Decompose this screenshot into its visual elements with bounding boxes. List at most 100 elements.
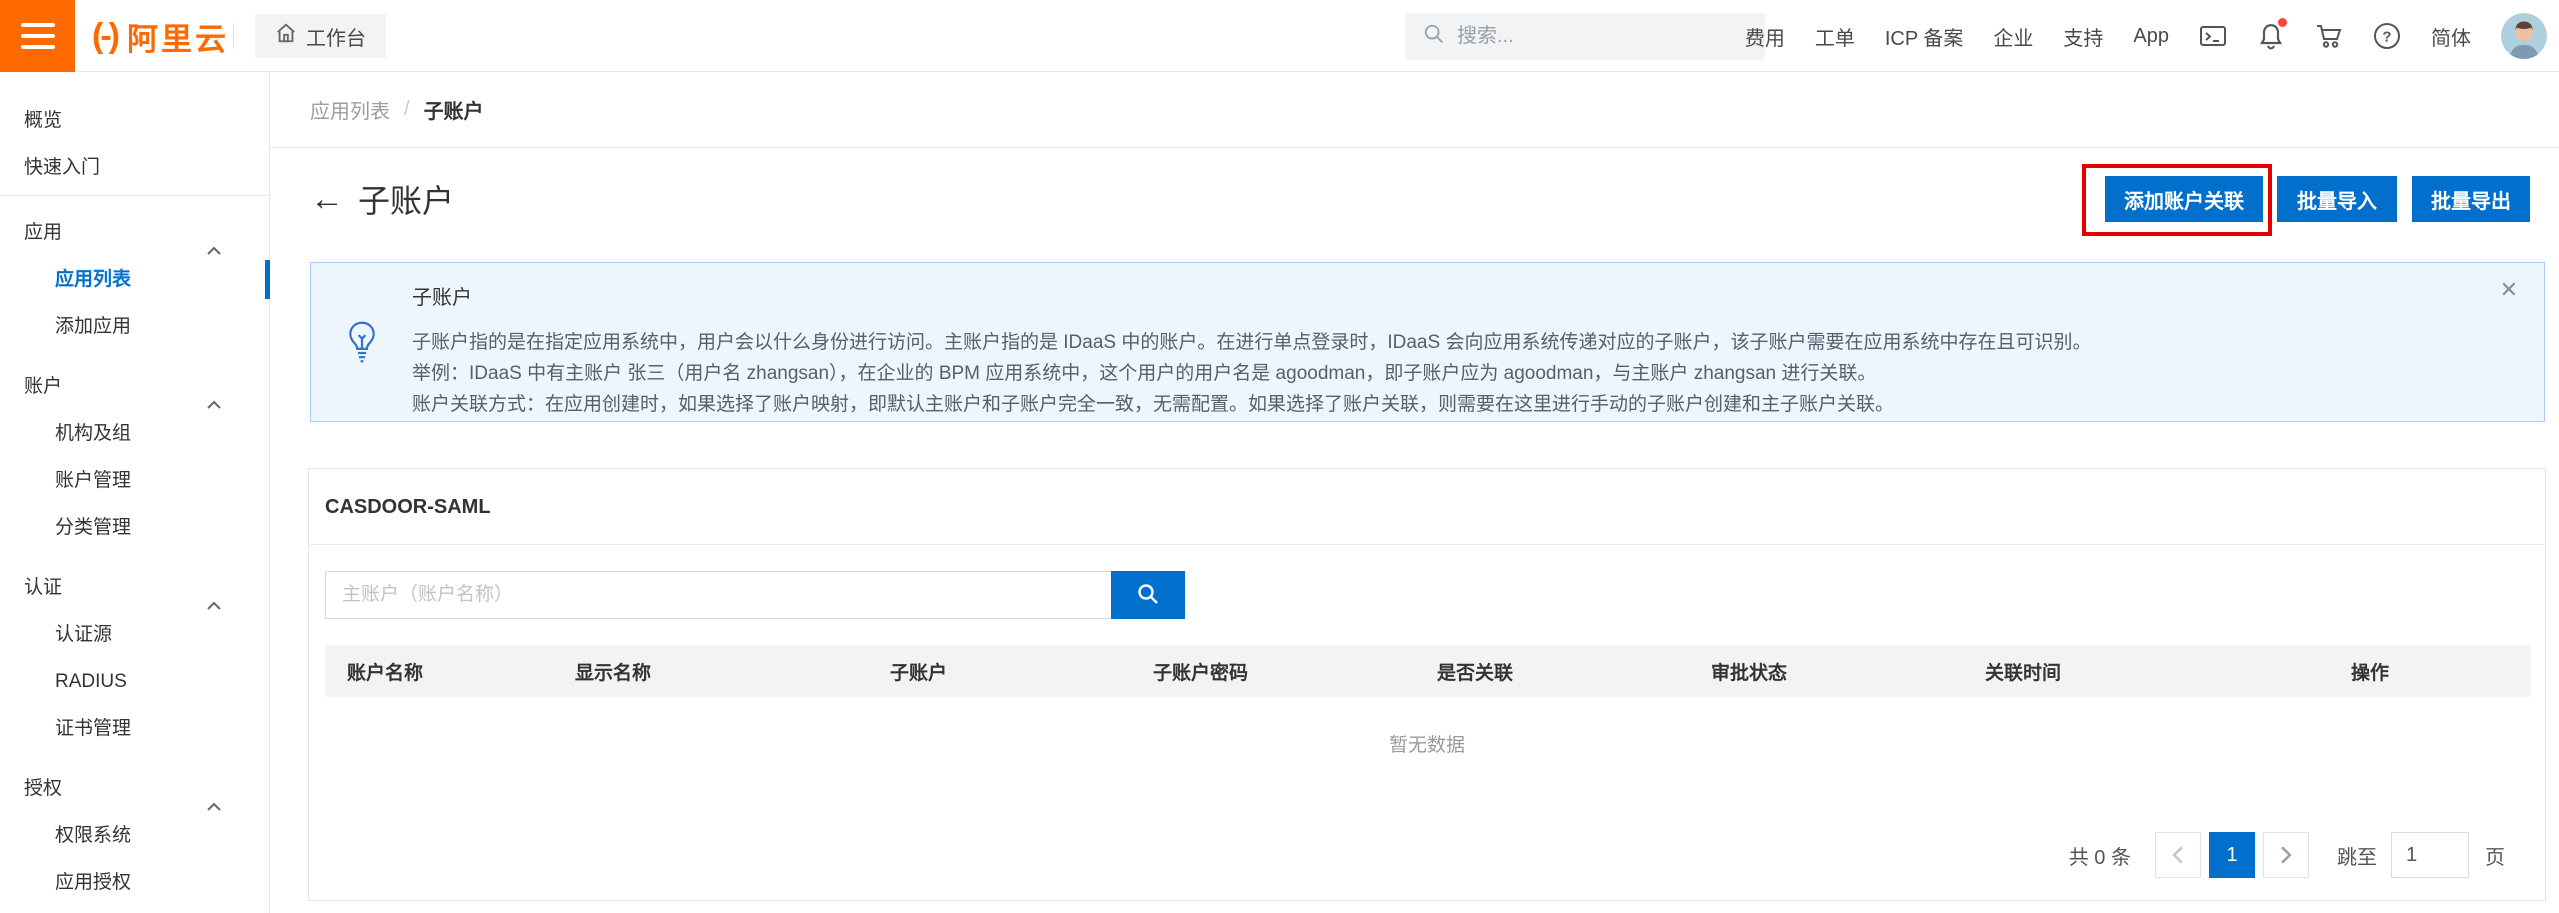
app-root: (-) 阿里云 工作台 费用 工单 ICP 备案 企业 支持 App [0,0,2559,913]
page-title: 子账户 [358,176,454,222]
breadcrumb: 应用列表 / 子账户 [270,72,2559,148]
table-header-row: 账户名称 显示名称 子账户 子账户密码 是否关联 审批状态 关联时间 操作 [325,645,2531,697]
col-account-name: 账户名称 [325,645,553,697]
sidebar-item-overview[interactable]: 概览 [0,97,269,144]
pagination-jump-input[interactable] [2391,832,2469,878]
add-account-link-button[interactable]: 添加账户关联 [2105,176,2263,222]
sidebar-group-account: 账户 机构及组 账户管理 分类管理 [0,363,269,551]
avatar[interactable] [2501,13,2547,59]
account-search-row [325,571,2529,619]
col-link-time: 关联时间 [1963,645,2329,697]
top-navbar: (-) 阿里云 工作台 费用 工单 ICP 备案 企业 支持 App [0,0,2559,72]
sidebar-item-category-mgmt[interactable]: 分类管理 [0,504,269,551]
help-icon[interactable]: ? [2373,22,2401,50]
nav-item-icp[interactable]: ICP 备案 [1885,22,1964,51]
sidebar-item-app-authorization[interactable]: 应用授权 [0,859,269,906]
sidebar-item-add-app[interactable]: 添加应用 [0,303,269,350]
col-approval-status: 审批状态 [1689,645,1963,697]
sidebar-item-label: 账户管理 [55,470,131,491]
sidebar-item-label: 应用授权 [55,872,131,893]
sidebar-group-header-application[interactable]: 应用 [0,209,269,256]
pagination-prev-button[interactable] [2155,832,2201,878]
card-title: CASDOOR-SAML [309,469,2545,545]
pagination-unit-label: 页 [2485,841,2505,870]
group-label: 授权 [24,778,62,799]
sidebar-item-auth-source[interactable]: 认证源 [0,611,269,658]
pagination-page-1[interactable]: 1 [2209,832,2255,878]
sidebar-item-label: 证书管理 [55,718,131,739]
sub-account-table: 账户名称 显示名称 子账户 子账户密码 是否关联 审批状态 关联时间 操作 [325,645,2531,697]
breadcrumb-parent-link[interactable]: 应用列表 [310,95,390,124]
batch-import-button[interactable]: 批量导入 [2277,176,2397,222]
sidebar-group-header-authentication[interactable]: 认证 [0,564,269,611]
sidebar-item-label: RADIUS [55,671,127,692]
terminal-icon[interactable] [2199,22,2227,50]
cart-icon[interactable] [2315,22,2343,50]
search-button[interactable] [1111,571,1185,619]
sidebar-group-header-authorization[interactable]: 授权 [0,765,269,812]
sidebar-item-app-list[interactable]: 应用列表 [0,256,269,303]
pagination-next-button[interactable] [2263,832,2309,878]
sidebar-group-header-account[interactable]: 账户 [0,363,269,410]
sidebar-group-authentication: 认证 认证源 RADIUS 证书管理 [0,564,269,752]
workbench-label: 工作台 [306,22,366,51]
group-label: 账户 [24,376,62,397]
info-content: 子账户 子账户指的是在指定应用系统中，用户会以什么身份进行访问。主账户指的是 I… [412,263,2544,421]
aliyun-logo[interactable]: (-) 阿里云 [92,0,229,72]
pagination: 共 0 条 1 跳至 页 [309,832,2505,878]
batch-export-button[interactable]: 批量导出 [2412,176,2530,222]
close-icon[interactable]: ✕ [2500,279,2518,301]
aliyun-logo-mark: (-) [92,17,117,56]
sidebar-item-permission-system[interactable]: 权限系统 [0,812,269,859]
table-empty-state: 暂无数据 [309,697,2545,789]
nav-item-tickets[interactable]: 工单 [1815,22,1855,51]
group-label: 应用 [24,222,62,243]
aliyun-logo-text: 阿里云 [127,14,229,59]
primary-account-search-input[interactable] [325,571,1111,619]
hamburger-menu-button[interactable] [0,0,75,72]
sidebar-item-label: 添加应用 [55,316,131,337]
col-actions: 操作 [2329,645,2531,697]
navbar-right-menu: 费用 工单 ICP 备案 企业 支持 App ? 简体 [1745,0,2547,72]
svg-text:?: ? [2382,29,2391,46]
sidebar-item-label: 权限系统 [55,825,131,846]
sidebar-item-label: 机构及组 [55,423,131,444]
info-title: 子账户 [412,285,2544,311]
back-arrow-icon[interactable]: ← [310,177,344,221]
workbench-button[interactable]: 工作台 [255,14,386,58]
nav-item-billing[interactable]: 费用 [1745,22,1785,51]
col-sub-account-password: 子账户密码 [1131,645,1415,697]
sidebar-item-radius[interactable]: RADIUS [0,658,269,705]
navbar-search-input[interactable] [1457,25,1737,48]
search-icon [1136,582,1160,609]
pagination-jump-label: 跳至 [2337,841,2377,870]
sidebar-item-quickstart[interactable]: 快速入门 [0,144,269,191]
sidebar-item-org-groups[interactable]: 机构及组 [0,410,269,457]
nav-item-support[interactable]: 支持 [2063,22,2103,51]
application-card: CASDOOR-SAML 账户名称 显示名称 [308,468,2546,901]
info-line: 子账户指的是在指定应用系统中，用户会以什么身份进行访问。主账户指的是 IDaaS… [412,327,2544,358]
language-switch[interactable]: 简体 [2431,22,2471,51]
bulb-icon [311,263,412,421]
nav-item-app[interactable]: App [2133,25,2169,48]
sidebar-item-label: 分类管理 [55,517,131,538]
sidebar-item-cert-mgmt[interactable]: 证书管理 [0,705,269,752]
sidebar-group-application: 应用 应用列表 添加应用 [0,209,269,350]
info-line: 账户关联方式：在应用创建时，如果选择了账户映射，即默认主账户和子账户完全一致，无… [412,389,2544,420]
sidebar: 概览 快速入门 应用 应用列表 添加应用 账户 机构及组 账户管理 分类管理 [0,72,270,913]
nav-item-enterprise[interactable]: 企业 [1993,22,2033,51]
sidebar-item-account-mgmt[interactable]: 账户管理 [0,457,269,504]
bell-icon[interactable] [2257,22,2285,50]
search-icon [1423,23,1445,50]
col-display-name: 显示名称 [553,645,868,697]
pagination-total: 共 0 条 [2069,841,2131,870]
sidebar-divider [0,195,269,196]
hamburger-icon [21,23,55,27]
navbar-search-box[interactable] [1405,13,1765,60]
navbar-divider [233,23,234,49]
group-label: 认证 [24,577,62,598]
main-content: 应用列表 / 子账户 ← 子账户 添加账户关联 批量导入 批量导出 子账户 [270,72,2559,913]
info-line: 举例：IDaaS 中有主账户 张三（用户名 zhangsan），在企业的 BPM… [412,358,2544,389]
breadcrumb-current: 子账户 [424,95,484,124]
page-title-row: ← 子账户 [310,177,454,221]
